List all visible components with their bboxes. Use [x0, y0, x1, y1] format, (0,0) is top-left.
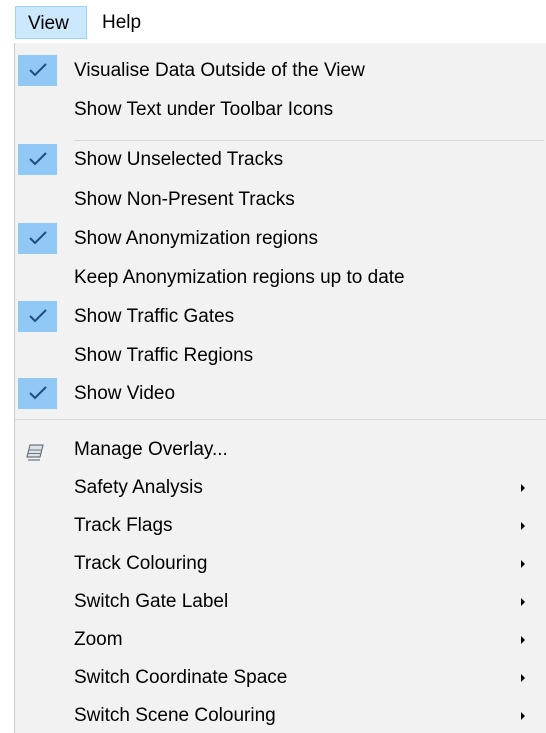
submenu-arrow-icon	[521, 674, 525, 682]
checkmark-icon	[18, 301, 57, 332]
checkmark-icon	[18, 144, 57, 175]
menu-item-label: Show Traffic Gates	[74, 306, 235, 327]
menu-item-label: Track Colouring	[74, 553, 208, 574]
checkmark-icon	[18, 378, 57, 409]
menu-item-label: Keep Anonymization regions up to date	[74, 267, 405, 288]
submenu-arrow-icon	[521, 560, 525, 568]
menu-item-zoom[interactable]: Zoom	[15, 623, 546, 656]
menu-separator	[74, 140, 544, 141]
menu-item-label: Safety Analysis	[74, 477, 203, 498]
menu-item-show-non-present-tracks[interactable]: Show Non-Present Tracks	[15, 183, 546, 216]
menu-item-track-colouring[interactable]: Track Colouring	[15, 547, 546, 580]
submenu-arrow-icon	[521, 598, 525, 606]
menu-item-keep-anonymization-regions[interactable]: Keep Anonymization regions up to date	[15, 261, 546, 294]
menu-item-label: Switch Coordinate Space	[74, 667, 288, 688]
menubar-view[interactable]: View	[15, 6, 87, 39]
menu-item-label: Show Traffic Regions	[74, 345, 254, 366]
checkmark-icon	[18, 55, 57, 86]
menu-item-visualise-data-outside[interactable]: Visualise Data Outside of the View	[15, 54, 546, 87]
menu-item-label: Show Non-Present Tracks	[74, 189, 295, 210]
layers-icon	[25, 440, 45, 473]
menu-item-show-traffic-gates[interactable]: Show Traffic Gates	[15, 300, 546, 333]
menu-item-label: Switch Gate Label	[74, 591, 229, 612]
submenu-arrow-icon	[521, 484, 525, 492]
menu-item-show-traffic-regions[interactable]: Show Traffic Regions	[15, 339, 546, 372]
menu-item-show-unselected-tracks[interactable]: Show Unselected Tracks	[15, 143, 546, 176]
menu-item-label: Manage Overlay...	[74, 439, 228, 460]
menu-item-label: Track Flags	[74, 515, 173, 536]
menu-bar: View Help	[0, 0, 546, 43]
menubar-help[interactable]: Help	[92, 6, 162, 39]
menu-item-label: Show Unselected Tracks	[74, 149, 284, 170]
menu-item-switch-scene-colouring[interactable]: Switch Scene Colouring	[15, 699, 546, 732]
checkmark-icon	[18, 223, 57, 254]
menu-item-label: Visualise Data Outside of the View	[74, 60, 365, 81]
menu-item-switch-gate-label[interactable]: Switch Gate Label	[15, 585, 546, 618]
submenu-arrow-icon	[521, 712, 525, 720]
menu-item-track-flags[interactable]: Track Flags	[15, 509, 546, 542]
menu-item-show-anonymization-regions[interactable]: Show Anonymization regions	[15, 222, 546, 255]
view-dropdown-menu: Visualise Data Outside of the View Show …	[14, 43, 546, 733]
submenu-arrow-icon	[521, 636, 525, 644]
menu-item-label: Switch Scene Colouring	[74, 705, 276, 726]
menu-item-label: Zoom	[74, 629, 123, 650]
menu-item-label: Show Text under Toolbar Icons	[74, 99, 334, 120]
menu-item-safety-analysis[interactable]: Safety Analysis	[15, 471, 546, 504]
menu-item-manage-overlay[interactable]: Manage Overlay...	[15, 433, 546, 466]
menu-item-show-video[interactable]: Show Video	[15, 377, 546, 410]
submenu-arrow-icon	[521, 522, 525, 530]
menu-item-label: Show Video	[74, 383, 176, 404]
menu-item-show-text-under-toolbar-icons[interactable]: Show Text under Toolbar Icons	[15, 93, 546, 126]
menu-separator	[15, 419, 546, 420]
menu-item-switch-coordinate-space[interactable]: Switch Coordinate Space	[15, 661, 546, 694]
menu-item-label: Show Anonymization regions	[74, 228, 318, 249]
